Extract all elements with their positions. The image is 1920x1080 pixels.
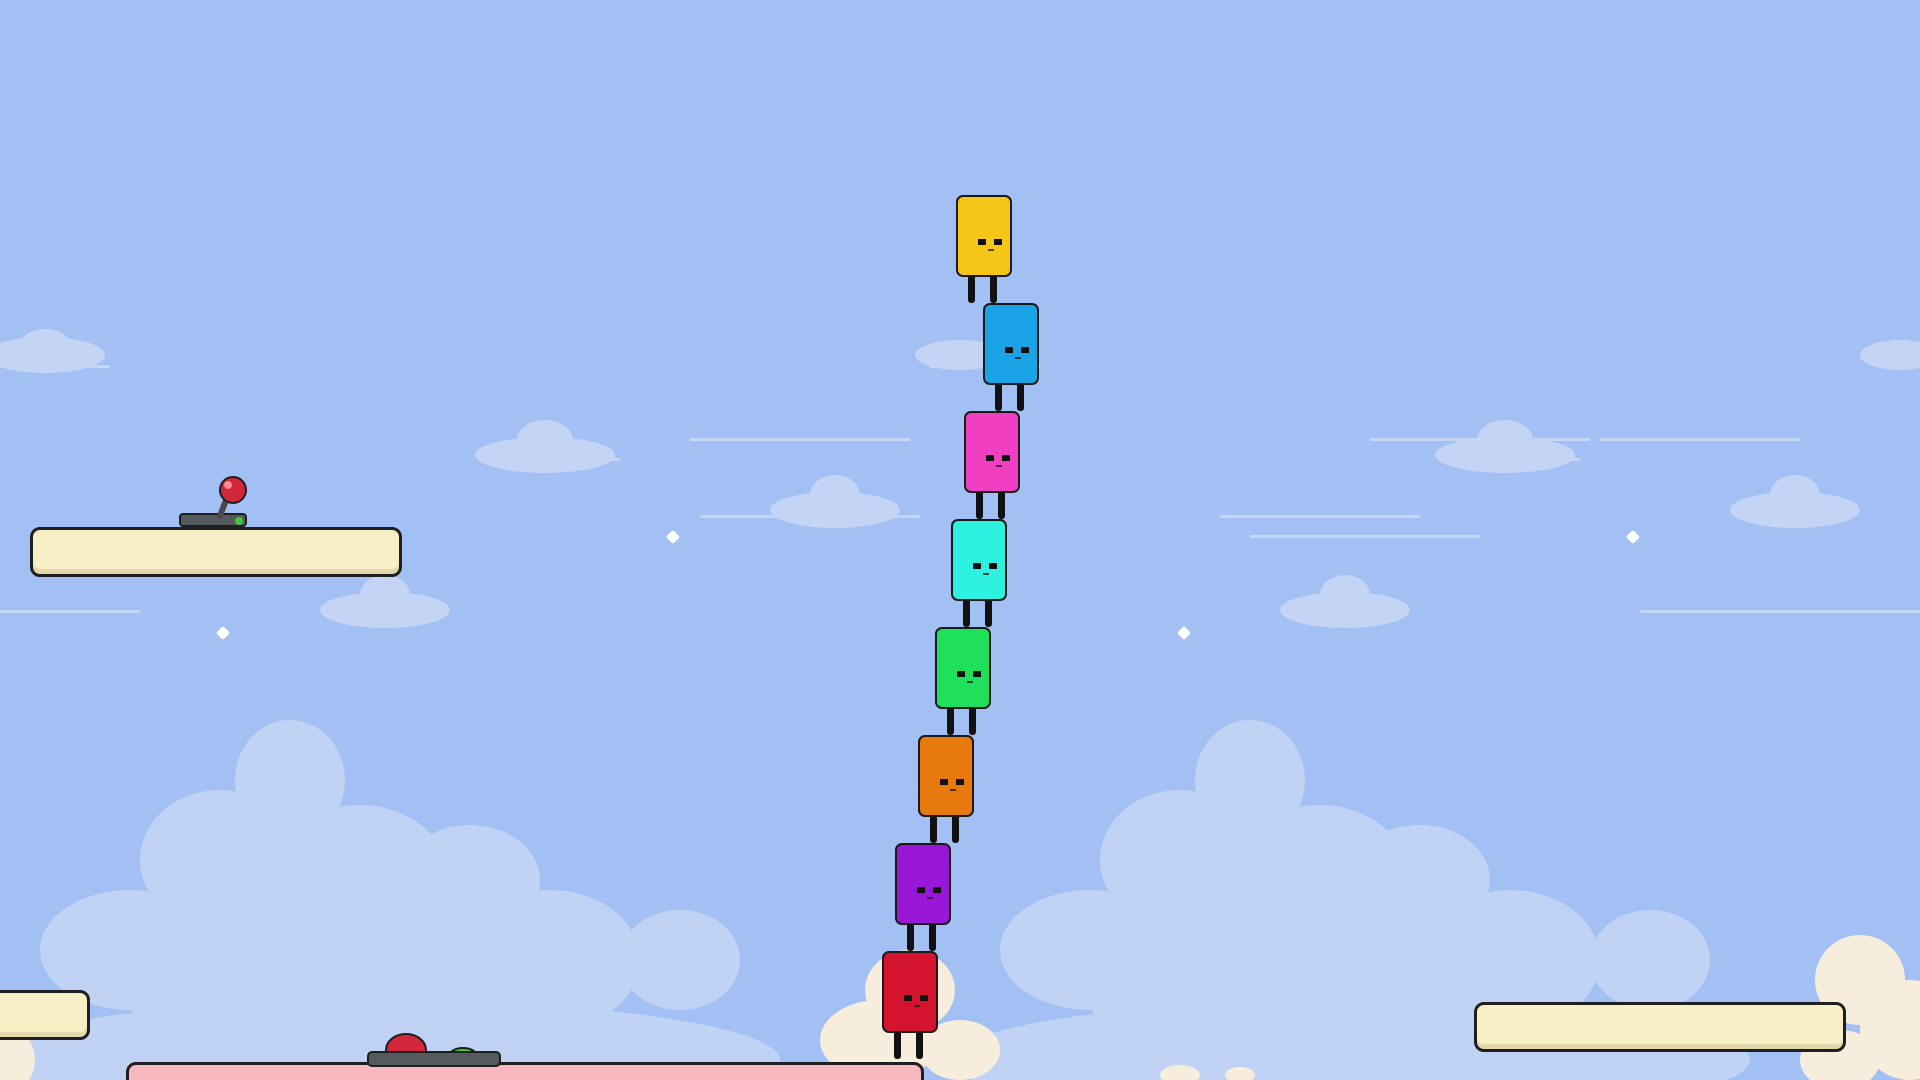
leg (976, 493, 983, 519)
game-scene (0, 0, 1920, 1080)
leg (894, 1033, 901, 1059)
leg (1017, 385, 1024, 411)
character-body (935, 627, 991, 709)
eye (956, 779, 964, 785)
mouth (1015, 357, 1021, 359)
eye (940, 779, 948, 785)
leg (916, 1033, 923, 1059)
eye (986, 455, 994, 461)
leg (963, 601, 970, 627)
eye (1021, 347, 1029, 353)
eye (973, 563, 981, 569)
character-blue[interactable] (983, 303, 1039, 411)
character-green[interactable] (935, 627, 991, 735)
character-body (895, 843, 951, 925)
lever-icon[interactable] (176, 470, 252, 530)
pressure-button-icon[interactable] (366, 1022, 502, 1068)
eye (904, 995, 912, 1001)
leg (947, 709, 954, 735)
character-orange[interactable] (918, 735, 974, 843)
eye (989, 563, 997, 569)
eye (957, 671, 965, 677)
leg (998, 493, 1005, 519)
mouth (927, 897, 933, 899)
leg (930, 817, 937, 843)
character-yellow[interactable] (956, 195, 1012, 303)
character-red[interactable] (882, 951, 938, 1059)
character-cyan[interactable] (951, 519, 1007, 627)
eye (1005, 347, 1013, 353)
eye (920, 995, 928, 1001)
character-body (951, 519, 1007, 601)
character-body (983, 303, 1039, 385)
leg (929, 925, 936, 951)
character-purple[interactable] (895, 843, 951, 951)
character-pink[interactable] (964, 411, 1020, 519)
platform-lower-right (1474, 1002, 1846, 1052)
leg (969, 709, 976, 735)
leg (995, 385, 1002, 411)
mouth (967, 681, 973, 683)
character-body (882, 951, 938, 1033)
mouth (996, 465, 1002, 467)
eye (1002, 455, 1010, 461)
eye (994, 239, 1002, 245)
leg (985, 601, 992, 627)
platform-upper-left (30, 527, 402, 577)
eye (933, 887, 941, 893)
platform-lower-left (0, 990, 90, 1040)
character-body (964, 411, 1020, 493)
leg (968, 277, 975, 303)
leg (990, 277, 997, 303)
character-body (956, 195, 1012, 277)
mouth (988, 249, 994, 251)
eye (978, 239, 986, 245)
mouth (983, 573, 989, 575)
mouth (914, 1005, 920, 1007)
leg (952, 817, 959, 843)
eye (917, 887, 925, 893)
eye (973, 671, 981, 677)
character-body (918, 735, 974, 817)
leg (907, 925, 914, 951)
pink-platform (126, 1062, 924, 1080)
mouth (950, 789, 956, 791)
